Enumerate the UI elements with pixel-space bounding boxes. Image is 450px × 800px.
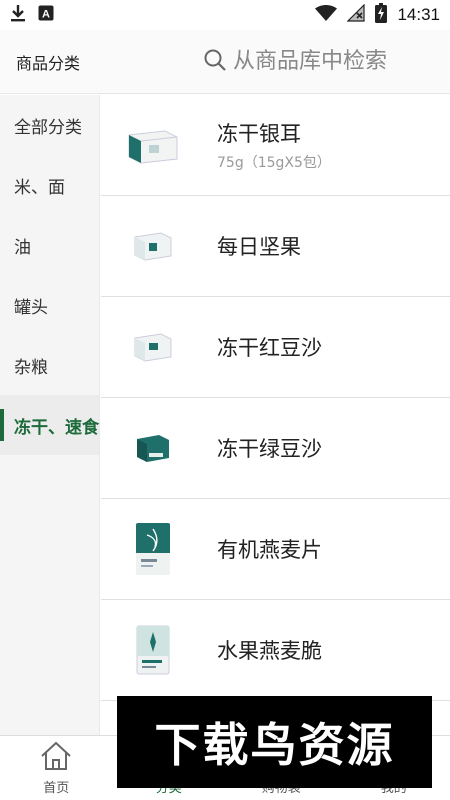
- list-item[interactable]: 每日坚果: [101, 196, 450, 297]
- sidebar-item-grains[interactable]: 杂粮: [0, 335, 99, 395]
- product-image: [113, 408, 193, 488]
- list-item[interactable]: 冻干红豆沙: [101, 297, 450, 398]
- sidebar-item-label: 罐头: [14, 297, 48, 318]
- sidebar-item-rice-noodles[interactable]: 米、面: [0, 155, 99, 215]
- home-icon: [39, 739, 73, 777]
- tab-label: 首页: [43, 781, 70, 796]
- product-name: 冻干红豆沙: [217, 336, 322, 360]
- product-image: [113, 206, 193, 286]
- list-item[interactable]: 水果燕麦脆: [101, 600, 450, 701]
- product-list: 冻干银耳 75g（15gX5包） 每日坚果 冻干红豆沙 冻干绿豆沙 有机燕麦片 …: [101, 95, 450, 735]
- product-image: [113, 307, 193, 387]
- product-image: [113, 105, 193, 185]
- product-name: 每日坚果: [217, 235, 301, 259]
- download-icon: [10, 4, 26, 26]
- list-item[interactable]: 有机燕麦片: [101, 499, 450, 600]
- signal-off-icon: [347, 3, 366, 26]
- tab-home[interactable]: 首页: [0, 736, 113, 800]
- product-name: 有机燕麦片: [217, 538, 322, 562]
- sidebar-item-all[interactable]: 全部分类: [0, 95, 99, 155]
- status-bar: A 14:31: [0, 0, 450, 30]
- product-name: 水果燕麦脆: [217, 639, 322, 663]
- sidebar-item-oil[interactable]: 油: [0, 215, 99, 275]
- sidebar-item-label: 杂粮: [14, 357, 48, 378]
- list-item[interactable]: 冻干绿豆沙: [101, 398, 450, 499]
- header: 商品分类: [0, 30, 450, 94]
- sidebar-item-freeze-dried[interactable]: 冻干、速食: [0, 395, 99, 455]
- list-item[interactable]: 冻干银耳 75g（15gX5包）: [101, 95, 450, 196]
- search-bar[interactable]: [203, 42, 450, 82]
- notification-a-icon: A: [38, 5, 54, 25]
- sidebar-item-canned[interactable]: 罐头: [0, 275, 99, 335]
- product-spec: 75g（15gX5包）: [217, 155, 331, 171]
- watermark-text: 下载鸟资源: [154, 718, 395, 772]
- page-title: 商品分类: [16, 53, 81, 73]
- sidebar-item-label: 米、面: [14, 177, 65, 198]
- status-time: 14:31: [397, 5, 440, 24]
- product-image: [113, 509, 193, 589]
- product-name: 冻干绿豆沙: [217, 437, 322, 461]
- svg-text:A: A: [42, 9, 50, 21]
- watermark-banner: 下载鸟资源: [117, 696, 432, 788]
- wifi-icon: [315, 4, 338, 25]
- sidebar-item-label: 冻干、速食: [14, 417, 99, 438]
- category-sidebar: 全部分类 米、面 油 罐头 杂粮 冻干、速食: [0, 95, 100, 735]
- product-name: 冻干银耳: [217, 122, 301, 146]
- battery-charging-icon: [375, 3, 388, 27]
- search-input[interactable]: [233, 49, 393, 74]
- search-icon[interactable]: [203, 48, 227, 76]
- sidebar-item-label: 油: [14, 237, 31, 258]
- product-image: [113, 610, 193, 690]
- sidebar-item-label: 全部分类: [14, 117, 82, 138]
